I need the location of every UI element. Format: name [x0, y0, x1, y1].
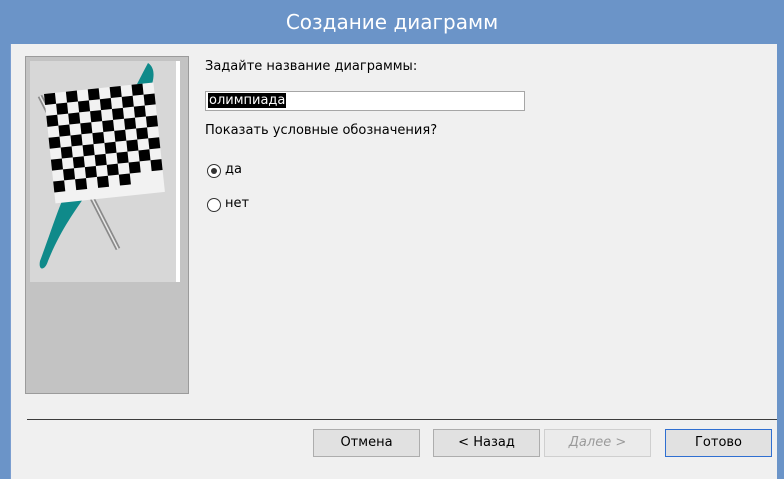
legend-question-label: Показать условные обозначения?	[205, 123, 438, 138]
window-title: Создание диаграмм	[285, 10, 499, 34]
cancel-button[interactable]: Отмена	[313, 429, 420, 457]
chart-name-value: олимпиада	[208, 93, 287, 108]
finish-button[interactable]: Готово	[665, 429, 772, 457]
next-button[interactable]: Далее >	[544, 429, 651, 457]
checkered-flag-icon	[37, 63, 165, 269]
illustration-frame	[30, 61, 180, 282]
chart-name-input[interactable]: олимпиада	[205, 91, 525, 111]
legend-no-radio[interactable]	[207, 198, 221, 212]
chart-name-label: Задайте название диаграммы:	[205, 59, 418, 74]
legend-no-label[interactable]: нет	[225, 196, 249, 211]
footer-separator	[27, 419, 777, 420]
dialog-body: Задайте название диаграммы: олимпиада По…	[10, 44, 777, 479]
dialog-window: Создание диаграмм Задайте название диагр…	[0, 0, 784, 479]
back-button[interactable]: < Назад	[433, 429, 540, 457]
legend-yes-radio[interactable]	[207, 164, 221, 178]
title-bar[interactable]: Создание диаграмм	[0, 0, 784, 44]
legend-yes-label[interactable]: да	[225, 162, 242, 177]
illustration-panel	[25, 56, 189, 394]
